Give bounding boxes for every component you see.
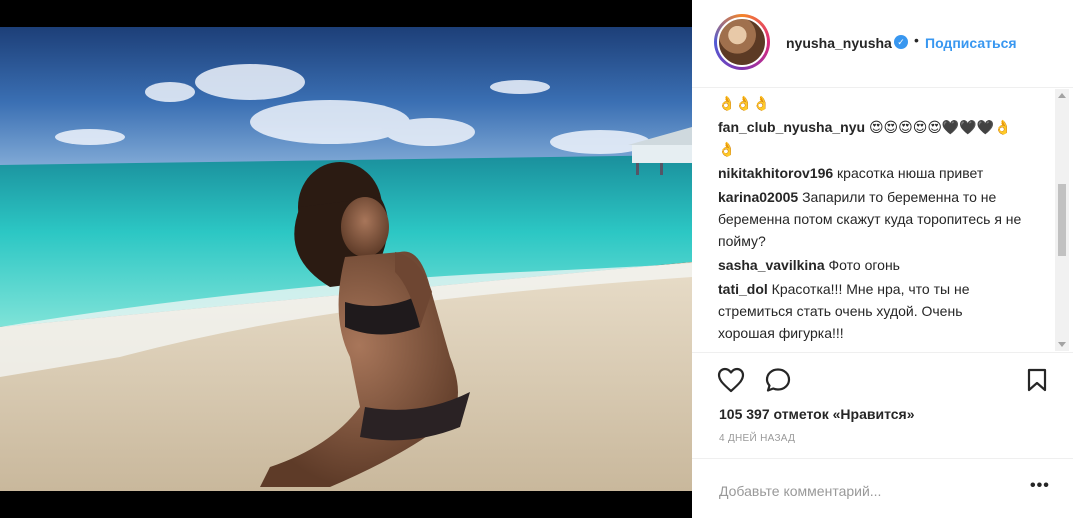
comment-text: Фото огонь — [828, 257, 900, 273]
post-username[interactable]: nyusha_nyusha — [786, 35, 892, 51]
comment-username[interactable]: nikitakhitorov196 — [718, 165, 833, 181]
avatar-story-ring[interactable] — [714, 14, 770, 70]
comments-scrollbar[interactable] — [1055, 89, 1069, 351]
scroll-up-arrow-icon[interactable] — [1058, 93, 1066, 98]
list-item: karina02005 Запарили то беременна то не … — [718, 186, 1023, 252]
list-item: 👌👌👌 — [718, 89, 1023, 114]
list-item: fan_club_nyusha_nyu 😍😍😍😍😍🖤🖤🖤👌👌 — [718, 116, 1023, 160]
comment-text: красотка нюша привет — [837, 165, 984, 181]
heart-icon — [717, 367, 745, 393]
photo-pane — [0, 0, 692, 518]
comment-text: 👌👌👌 — [718, 95, 771, 111]
more-options-icon[interactable]: ••• — [1030, 477, 1050, 495]
follow-button[interactable]: Подписаться — [925, 35, 1017, 51]
bookmark-icon — [1027, 368, 1047, 392]
save-button[interactable] — [1026, 368, 1048, 397]
comment-username[interactable]: karina02005 — [718, 189, 798, 205]
avatar[interactable] — [717, 17, 767, 67]
likes-count[interactable]: 105 397 отметок «Нравится» — [719, 406, 915, 422]
post-photo[interactable] — [0, 27, 692, 491]
post-timestamp[interactable]: 4 ДНЕЙ НАЗАД — [719, 433, 795, 444]
comment-button[interactable] — [764, 367, 792, 398]
speech-bubble-icon — [765, 368, 791, 392]
list-item: sasha_vavilkina Фото огонь — [718, 254, 1023, 276]
scroll-down-arrow-icon[interactable] — [1058, 342, 1066, 347]
comment-username[interactable]: tati_dol — [718, 281, 768, 297]
beach-photo-illustration — [0, 27, 692, 491]
list-item: tati_dol Красотка!!! Мне нра, что ты не … — [718, 278, 1023, 344]
comments-list[interactable]: 👌👌👌 fan_club_nyusha_nyu 😍😍😍😍😍🖤🖤🖤👌👌 nikit… — [692, 89, 1062, 351]
post-actions: 105 397 отметок «Нравится» 4 ДНЕЙ НАЗАД — [692, 352, 1073, 462]
post-side-panel: nyusha_nyusha ✓ • Подписаться 👌👌👌 fan_cl… — [692, 0, 1073, 518]
add-comment-bar: Добавьте комментарий... ••• — [692, 458, 1073, 518]
list-item: nikitakhitorov196 красотка нюша привет — [718, 162, 1023, 184]
post-header: nyusha_nyusha ✓ • Подписаться — [692, 0, 1073, 88]
comment-username[interactable]: sasha_vavilkina — [718, 257, 825, 273]
header-separator: • — [914, 32, 919, 48]
comment-input[interactable]: Добавьте комментарий... — [719, 483, 881, 499]
comment-username[interactable]: fan_club_nyusha_nyu — [718, 119, 865, 135]
scrollbar-thumb[interactable] — [1058, 184, 1066, 256]
like-button[interactable] — [717, 367, 745, 398]
verified-badge-icon: ✓ — [894, 35, 908, 49]
